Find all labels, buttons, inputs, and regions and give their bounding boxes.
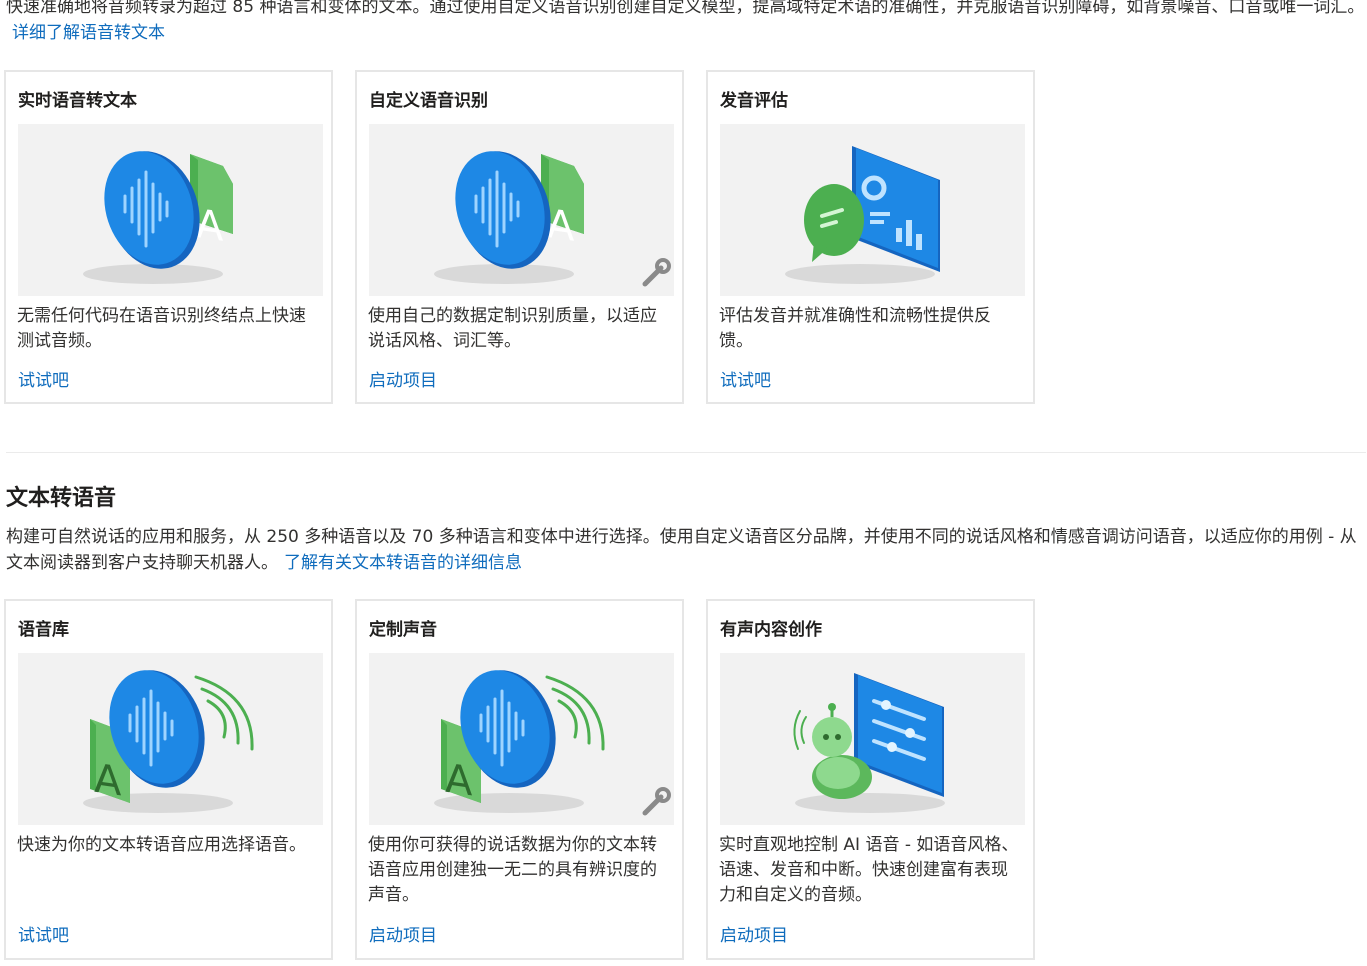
card-illustration [720,653,1025,825]
card-realtime-stt[interactable]: 实时语音转文本 A 无需任何代码在语音识别终结点上快速测试音频。 试试吧 [4,70,333,404]
speech-services-page: 快速准确地将音频转录为超过 85 种语言和变体的文本。通过使用自定义语音识别创建… [0,0,1367,966]
tts-section-title: 文本转语音 [6,486,117,511]
svg-text:A: A [94,756,122,806]
card-illustration: A [18,653,323,825]
chat-bubble-icon [804,184,864,262]
start-project-link[interactable]: 启动项目 [369,921,437,946]
card-custom-voice[interactable]: 定制声音 A 使用你可获得的说话数据为你的文本转语音应用创建独一无二的具有辨识度… [355,599,684,960]
try-it-link[interactable]: 试试吧 [18,366,69,391]
stt-cards: 实时语音转文本 A 无需任何代码在语音识别终结点上快速测试音频。 试试吧 自定义… [4,70,1035,404]
card-description: 评估发音并就准确性和流畅性提供反馈。 [719,306,991,351]
wrench-icon [642,258,671,287]
section-divider [6,452,1366,453]
start-project-link[interactable]: 启动项目 [720,921,788,946]
svg-text:A: A [547,201,575,251]
card-title: 有声内容创作 [720,620,822,640]
card-illustration [720,124,1025,296]
card-title: 实时语音转文本 [18,91,137,111]
card-title: 自定义语音识别 [369,91,488,111]
card-audio-content-creation[interactable]: 有声内容创作 实时直观地控制 AI 语音 - 如语音风格、语速、发音和中断。快速… [706,599,1035,960]
card-description: 实时直观地控制 AI 语音 - 如语音风格、语速、发音和中断。快速创建富有表现力… [719,835,1019,905]
wrench-icon [642,787,671,816]
card-illustration: A [18,124,323,296]
card-title: 发音评估 [720,91,788,111]
card-description: 使用自己的数据定制识别质量，以适应说话风格、词汇等。 [368,306,657,351]
card-custom-speech[interactable]: 自定义语音识别 A 使用自己的数据定制识别质量，以适应说话风格、词汇等。 启动项… [355,70,684,404]
card-illustration: A [369,124,674,296]
card-description: 快速为你的文本转语音应用选择语音。 [17,835,306,855]
card-description: 无需任何代码在语音识别终结点上快速测试音频。 [17,306,306,351]
tts-cards: 语音库 A 快速为你的文本转语音应用选择语音。 试试吧 定制声音 A 使用你可获… [4,599,1035,960]
dashboard-chart-icon [852,146,940,272]
start-project-link[interactable]: 启动项目 [369,366,437,391]
stt-description: 快速准确地将音频转录为超过 85 种语言和变体的文本。通过使用自定义语音识别创建… [6,0,1365,43]
svg-text:A: A [196,201,224,251]
card-illustration: A [369,653,674,825]
card-pronunciation-assessment[interactable]: 发音评估 评估发音并就准确性和流畅性提供反馈。 试试吧 [706,70,1035,404]
card-title: 语音库 [18,620,69,640]
try-it-link[interactable]: 试试吧 [18,921,69,946]
svg-text:A: A [445,756,473,806]
try-it-link[interactable]: 试试吧 [720,366,771,391]
card-voice-gallery[interactable]: 语音库 A 快速为你的文本转语音应用选择语音。 试试吧 [4,599,333,960]
card-title: 定制声音 [369,620,437,640]
tts-description: 构建可自然说话的应用和服务，从 250 多种语音以及 70 多种语言和变体中进行… [6,527,1357,573]
card-description: 使用你可获得的说话数据为你的文本转语音应用创建独一无二的具有辨识度的声音。 [368,835,657,905]
tts-learn-more-link[interactable]: 了解有关文本转语音的详细信息 [284,553,522,573]
stt-learn-more-link[interactable]: 详细了解语音转文本 [12,23,165,43]
